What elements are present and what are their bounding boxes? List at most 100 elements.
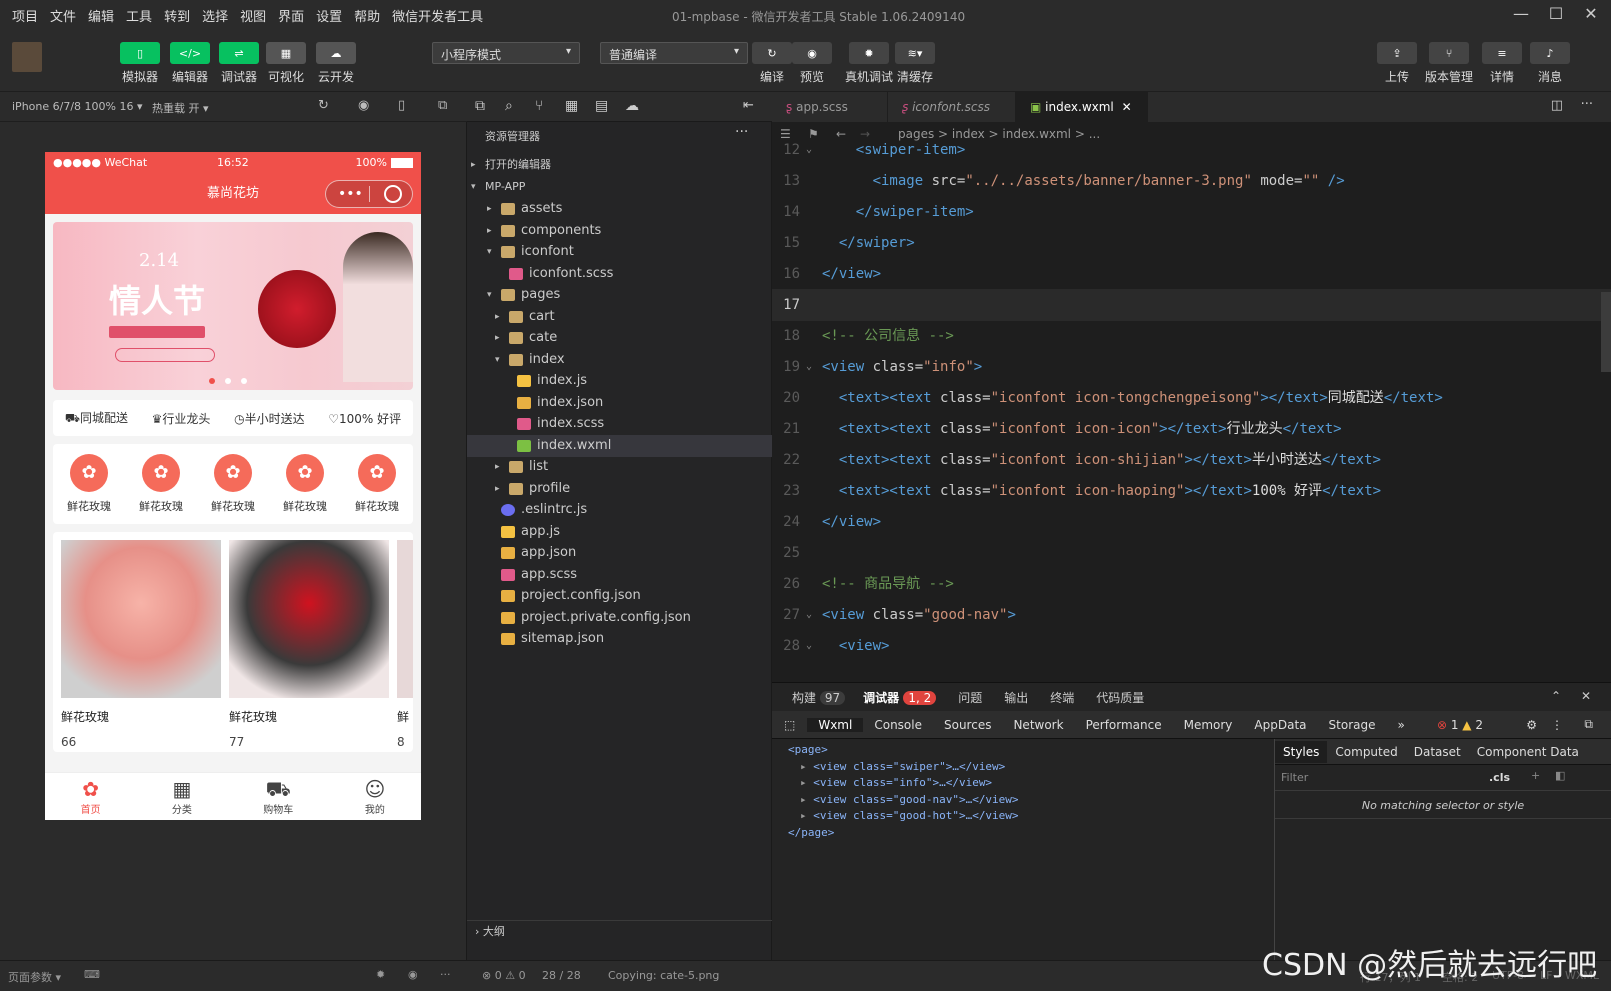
expand-icon[interactable]: ▸ bbox=[800, 809, 813, 822]
code-line[interactable]: 26 <!-- 商品导航 --> bbox=[772, 568, 1611, 600]
menu-item[interactable]: 工具 bbox=[120, 6, 158, 25]
inspect-icon[interactable]: ⬚ bbox=[772, 718, 807, 732]
tab-output[interactable]: 输出 bbox=[1004, 689, 1028, 706]
error-count[interactable]: ⊗ 1 ▲ 2 bbox=[1437, 718, 1483, 732]
menu-item[interactable]: 视图 bbox=[234, 6, 272, 25]
expand-icon[interactable]: ▸ bbox=[800, 760, 813, 773]
code-line[interactable]: 25 bbox=[772, 537, 1611, 569]
file-item[interactable]: app.js bbox=[467, 521, 772, 543]
file-item[interactable]: index.wxml bbox=[467, 434, 772, 457]
tab-appdata[interactable]: AppData bbox=[1243, 718, 1317, 732]
expand-icon[interactable]: ▸ bbox=[800, 793, 813, 806]
collapse-panel-icon[interactable]: ⇤ bbox=[743, 98, 754, 113]
visual-button[interactable]: ▦ 可视化 bbox=[266, 42, 306, 85]
folder-item[interactable]: ▸ cart bbox=[467, 306, 772, 328]
product-card[interactable]: 鲜8 bbox=[397, 540, 413, 749]
code-line[interactable]: 19 <view class="info"> ⌄ bbox=[772, 351, 1611, 383]
wxml-node[interactable]: ▸ <view class="info">…</view> bbox=[800, 776, 992, 789]
simulator-button[interactable]: ▯ 模拟器 bbox=[120, 42, 160, 85]
mode-select[interactable]: 小程序模式 ▾ bbox=[432, 42, 580, 64]
folder-item[interactable]: ▸ components bbox=[467, 220, 772, 242]
chevron-up-icon[interactable]: ⌃ bbox=[1551, 689, 1561, 703]
debugger-button[interactable]: ⇌ 调试器 bbox=[219, 42, 259, 85]
tab-performance[interactable]: Performance bbox=[1075, 718, 1173, 732]
stop-icon[interactable]: ◉ bbox=[358, 98, 369, 113]
wxml-node[interactable]: <page> bbox=[788, 743, 828, 756]
product-card[interactable]: 鲜花玫瑰 77 bbox=[229, 540, 389, 749]
scrollbar[interactable] bbox=[1601, 292, 1611, 372]
eye-icon[interactable]: ◉ bbox=[408, 968, 418, 981]
tab-problems[interactable]: 问题 bbox=[958, 689, 982, 706]
wxml-node[interactable]: ▸ <view class="good-nav">…</view> bbox=[800, 793, 1019, 806]
code-line[interactable]: 27 <view class="good-nav"> ⌄ bbox=[772, 599, 1611, 631]
menu-item[interactable]: 选择 bbox=[196, 6, 234, 25]
tab-computed[interactable]: Computed bbox=[1327, 741, 1405, 763]
editor-button[interactable]: </> 编辑器 bbox=[170, 42, 210, 85]
code-line[interactable]: 23 <text><text class="iconfont icon-haop… bbox=[772, 475, 1611, 507]
close-panel-icon[interactable]: ✕ bbox=[1581, 689, 1591, 703]
details-button[interactable]: ≡ 详情 bbox=[1482, 42, 1522, 85]
file-item[interactable]: iconfont.scss bbox=[467, 263, 772, 285]
file-item[interactable]: .eslintrc.js bbox=[467, 499, 772, 521]
cls-button[interactable]: .cls bbox=[1489, 771, 1510, 784]
code-line[interactable]: 15 </swiper> bbox=[772, 227, 1611, 259]
more-icon[interactable]: ··· bbox=[440, 968, 451, 981]
expand-icon[interactable]: ▸ bbox=[800, 776, 813, 789]
folder-item[interactable]: ▸ list bbox=[467, 456, 772, 478]
wxml-node[interactable]: ▸ <view class="swiper">…</view> bbox=[800, 760, 1005, 773]
nav-item[interactable]: ✿ 鲜花玫瑰 bbox=[283, 454, 327, 514]
close-icon[interactable]: ✕ bbox=[1580, 4, 1602, 26]
close-mini-icon[interactable] bbox=[384, 185, 402, 203]
file-item[interactable]: app.json bbox=[467, 542, 772, 564]
menu-item[interactable]: 项目 bbox=[6, 6, 44, 25]
file-item[interactable]: index.js bbox=[467, 370, 772, 392]
maximize-icon[interactable]: ☐ bbox=[1545, 4, 1567, 26]
gear-icon[interactable]: ⚙ bbox=[1526, 718, 1537, 732]
capsule-button[interactable]: ••• bbox=[325, 180, 413, 208]
problems-count[interactable]: ⊗ 0 ⚠ 0 bbox=[482, 969, 526, 982]
tab-sources[interactable]: Sources bbox=[933, 718, 1002, 732]
tab-build[interactable]: 构建 97 bbox=[792, 689, 846, 706]
tab-home[interactable]: ✿ 首页 bbox=[81, 777, 101, 816]
code-line[interactable]: 18 <!-- 公司信息 --> bbox=[772, 320, 1611, 352]
tab-debugger[interactable]: 调试器 1, 2 bbox=[863, 689, 937, 706]
code-line[interactable]: 21 <text><text class="iconfont icon-icon… bbox=[772, 413, 1611, 445]
product-card[interactable]: 鲜花玫瑰 66 bbox=[61, 540, 221, 749]
upload-button[interactable]: ⇪ 上传 bbox=[1377, 42, 1417, 85]
more-icon[interactable]: ••• bbox=[338, 174, 363, 214]
tab-category[interactable]: ▦ 分类 bbox=[172, 777, 192, 816]
outline-section[interactable]: › 大纲 bbox=[467, 920, 772, 942]
folder-item[interactable]: ▾ index bbox=[467, 349, 772, 371]
tab-styles[interactable]: Styles bbox=[1275, 740, 1328, 763]
tab-console[interactable]: Console bbox=[863, 718, 933, 732]
fold-icon[interactable]: ⌄ bbox=[806, 599, 812, 631]
file-item[interactable]: project.private.config.json bbox=[467, 607, 772, 629]
avatar[interactable] bbox=[12, 42, 42, 72]
git-icon[interactable]: ⑂ bbox=[535, 98, 543, 114]
version-button[interactable]: ⑂ 版本管理 bbox=[1425, 42, 1473, 85]
wxml-tree[interactable]: <page> ▸ <view class="swiper">…</view> ▸ <… bbox=[788, 743, 1268, 943]
message-button[interactable]: ♪ 消息 bbox=[1530, 42, 1570, 85]
plus-icon[interactable]: + bbox=[1531, 769, 1540, 782]
clear-cache-button[interactable]: ≋▾ 清缓存 bbox=[895, 42, 935, 85]
rotate-icon[interactable]: ↻ bbox=[318, 98, 329, 113]
popout-icon[interactable]: ⧉ bbox=[438, 98, 447, 113]
device-select[interactable]: iPhone 6/7/8 100% 16 ▾ bbox=[12, 100, 143, 113]
more-icon[interactable]: ··· bbox=[1581, 97, 1593, 112]
tab-index-wxml[interactable]: ▣ index.wxml ✕ bbox=[1016, 92, 1148, 122]
bug-icon[interactable]: ✹ bbox=[376, 968, 385, 981]
menu-item[interactable]: 转到 bbox=[158, 6, 196, 25]
folder-item[interactable]: ▸ assets bbox=[467, 198, 772, 220]
code-line[interactable]: 16 </view> bbox=[772, 258, 1611, 290]
folder-item[interactable]: ▾ iconfont bbox=[467, 241, 772, 263]
dock-icon[interactable]: ⧉ bbox=[1584, 717, 1593, 732]
nav-item[interactable]: ✿ 鲜花玫瑰 bbox=[355, 454, 399, 514]
page-params-button[interactable]: 页面参数 ▾ bbox=[8, 969, 61, 985]
tab-storage[interactable]: Storage bbox=[1318, 718, 1387, 732]
code-line[interactable]: 14 </swiper-item> bbox=[772, 196, 1611, 228]
nav-item[interactable]: ✿ 鲜花玫瑰 bbox=[211, 454, 255, 514]
file-item[interactable]: app.scss bbox=[467, 564, 772, 586]
compile-mode-select[interactable]: 普通编译 ▾ bbox=[600, 42, 748, 64]
code-line[interactable]: 17 bbox=[772, 289, 1611, 321]
more-icon[interactable]: ⋮ bbox=[1551, 718, 1563, 732]
